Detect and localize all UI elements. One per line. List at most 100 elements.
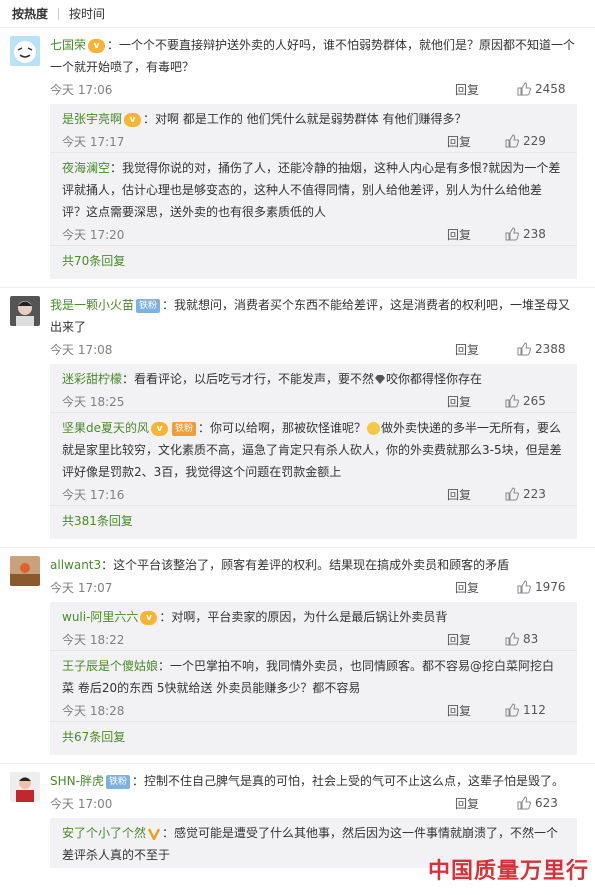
comment: 七国荣 v ：一个个不要直接辩护送外卖的人好吗，谁不怕弱势群体，就他们是？原因都不知… bbox=[0, 34, 595, 100]
reply-button[interactable]: 回复 bbox=[447, 393, 505, 410]
like-button[interactable]: 223 bbox=[505, 487, 565, 501]
reply-text: 夜海澜空：我觉得你说的对，捅伤了人，还能冷静的抽烟，这种人内心是有多恨?就因为一… bbox=[62, 157, 565, 223]
reply-button[interactable]: 回复 bbox=[455, 579, 517, 596]
like-count: 2458 bbox=[535, 82, 566, 96]
comment-body: ：这个平台该整治了，顾客有差评的权利。结果现在搞成外卖员和顾客的矛盾 bbox=[101, 558, 510, 572]
comment-meta: 今天 17:06 回复 2458 bbox=[50, 78, 577, 100]
thumbs-up-icon bbox=[505, 632, 519, 646]
like-button[interactable]: 1976 bbox=[517, 580, 577, 594]
reply-button[interactable]: 回复 bbox=[447, 702, 505, 719]
username[interactable]: 夜海澜空 bbox=[62, 161, 110, 175]
username[interactable]: 七国荣 bbox=[50, 38, 86, 52]
reply-button[interactable]: 回复 bbox=[447, 226, 505, 243]
timestamp: 今天 17:06 bbox=[50, 82, 113, 97]
like-button[interactable]: 238 bbox=[505, 227, 565, 241]
like-button[interactable]: 112 bbox=[505, 703, 565, 717]
comment-meta: 今天 17:08 回复 2388 bbox=[50, 338, 577, 360]
sub-reply: 是张宇亮啊 v ：对啊 都是工作的 他们凭什么就是弱势群体 有他们赚得多？ 今天 1… bbox=[50, 106, 577, 152]
reply-body: ：对啊 都是工作的 他们凭什么就是弱势群体 有他们赚得多？ bbox=[143, 112, 467, 126]
reply-body: ：看看评论，以后吃亏才行，不能发声，要不然 bbox=[122, 372, 375, 386]
avatar-face-icon bbox=[10, 36, 40, 66]
comment: 我是一颗小火苗 铁粉 ：我就想问，消费者买个东西不能给差评，这是消费者的权利吧，一堆… bbox=[0, 294, 595, 360]
thumbs-up-icon bbox=[517, 580, 531, 594]
vip-badge-icon: v bbox=[151, 421, 169, 436]
like-count: 2388 bbox=[535, 342, 566, 356]
reply-box: wuli-阿里六六 v ：对啊，平台卖家的原因，为什么是最后锅让外卖员背 今天 18… bbox=[50, 602, 577, 755]
comment-body: ：控制不住自己脾气是真的可怕，社会上受的气可不止这么点，这辈子怕是毁了。 bbox=[131, 774, 564, 788]
sort-by-time-tab[interactable]: 按时间 bbox=[69, 5, 105, 22]
reply-body: ：我觉得你说的对，捅伤了人，还能冷静的抽烟，这种人内心是有多恨?就因为一个差评就… bbox=[62, 161, 561, 219]
reply-box: 迷彩甜柠檬：看看评论，以后吃亏才行，不能发声，要不然 咬你都得怪你存在 今天 18… bbox=[50, 364, 577, 539]
username[interactable]: 迷彩甜柠檬 bbox=[62, 372, 122, 386]
like-count: 238 bbox=[523, 227, 546, 241]
more-replies-link[interactable]: 共70条回复 bbox=[50, 245, 577, 277]
timestamp: 今天 17:16 bbox=[62, 487, 125, 502]
comment-text: 七国荣 v ：一个个不要直接辩护送外卖的人好吗，谁不怕弱势群体，就他们是？原因都不知… bbox=[50, 34, 577, 78]
like-button[interactable]: 623 bbox=[517, 796, 577, 810]
thumbs-up-icon bbox=[505, 487, 519, 501]
reply-text: 坚果de夏天的风 v 铁粉 ：你可以给啊，那被砍怪谁呢？ 做外卖快递的多半一无所有，要么… bbox=[62, 417, 565, 483]
reply-text: 王子辰是个傻姑娘：一个巴掌拍不响，我同情外卖员，也同情顾客。都不容易@挖白菜阿挖… bbox=[62, 655, 565, 699]
avatar-person-icon bbox=[10, 772, 40, 802]
username[interactable]: wuli-阿里六六 bbox=[62, 610, 138, 624]
sort-divider bbox=[58, 7, 60, 20]
reply-button[interactable]: 回复 bbox=[447, 133, 505, 150]
like-button[interactable]: 229 bbox=[505, 134, 565, 148]
timestamp: 今天 18:28 bbox=[62, 703, 125, 718]
reply-text: wuli-阿里六六 v ：对啊，平台卖家的原因，为什么是最后锅让外卖员背 bbox=[62, 606, 565, 628]
comment-meta: 今天 17:07 回复 1976 bbox=[50, 576, 577, 598]
thumbs-up-icon bbox=[517, 342, 531, 356]
like-count: 1976 bbox=[535, 580, 566, 594]
avatar[interactable] bbox=[10, 296, 40, 326]
reply-button[interactable]: 回复 bbox=[455, 81, 517, 98]
thumbs-up-icon bbox=[517, 82, 531, 96]
username[interactable]: 王子辰是个傻姑娘 bbox=[62, 659, 158, 673]
laughing-emoji-icon bbox=[367, 422, 381, 435]
thumbs-up-icon bbox=[505, 227, 519, 241]
vip-badge-icon: v bbox=[124, 112, 142, 127]
timestamp: 今天 17:17 bbox=[62, 134, 125, 149]
avatar[interactable] bbox=[10, 36, 40, 66]
like-button[interactable]: 83 bbox=[505, 632, 565, 646]
like-button[interactable]: 2458 bbox=[517, 82, 577, 96]
fan-badge: 铁粉 bbox=[172, 421, 197, 436]
reply-meta: 今天 17:17 回复 229 bbox=[62, 130, 565, 152]
sort-bar: 按热度 按时间 bbox=[0, 0, 595, 28]
reply-button[interactable]: 回复 bbox=[447, 631, 505, 648]
username[interactable]: SHN-胖虎 bbox=[50, 774, 104, 788]
reply-text: 是张宇亮啊 v ：对啊 都是工作的 他们凭什么就是弱势群体 有他们赚得多？ bbox=[62, 108, 565, 130]
reply-meta: 今天 18:28 回复 112 bbox=[62, 699, 565, 721]
timestamp: 今天 17:07 bbox=[50, 580, 113, 595]
username[interactable]: 安了个小了个然 bbox=[62, 826, 146, 840]
reply-body: ：你可以给啊，那被砍怪谁呢？ bbox=[198, 421, 367, 435]
more-replies-link[interactable]: 共381条回复 bbox=[50, 505, 577, 537]
thumbs-up-icon bbox=[517, 796, 531, 810]
comment-thread: allwant3：这个平台该整治了，顾客有差评的权利。结果现在搞成外卖员和顾客的… bbox=[0, 548, 595, 763]
username[interactable]: 是张宇亮啊 bbox=[62, 112, 122, 126]
like-button[interactable]: 265 bbox=[505, 394, 565, 408]
reply-button[interactable]: 回复 bbox=[455, 795, 517, 812]
sub-reply: 王子辰是个傻姑娘：一个巴掌拍不响，我同情外卖员，也同情顾客。都不容易@挖白菜阿挖… bbox=[50, 650, 577, 721]
sort-by-hot-tab[interactable]: 按热度 bbox=[12, 5, 48, 22]
username[interactable]: 我是一颗小火苗 bbox=[50, 298, 134, 312]
reply-meta: 今天 17:20 回复 238 bbox=[62, 223, 565, 245]
v-badge-icon bbox=[148, 827, 161, 840]
username[interactable]: 坚果de夏天的风 bbox=[62, 421, 149, 435]
reply-body: ：对啊，平台卖家的原因，为什么是最后锅让外卖员背 bbox=[159, 610, 448, 624]
avatar[interactable] bbox=[10, 556, 40, 586]
timestamp: 今天 17:00 bbox=[50, 796, 113, 811]
reply-button[interactable]: 回复 bbox=[455, 341, 517, 358]
avatar[interactable] bbox=[10, 772, 40, 802]
timestamp: 今天 18:22 bbox=[62, 632, 125, 647]
like-button[interactable]: 2388 bbox=[517, 342, 577, 356]
reply-button[interactable]: 回复 bbox=[447, 486, 505, 503]
more-replies-link[interactable]: 共67条回复 bbox=[50, 721, 577, 753]
like-count: 623 bbox=[535, 796, 558, 810]
comment-text: 我是一颗小火苗 铁粉 ：我就想问，消费者买个东西不能给差评，这是消费者的权利吧，一堆… bbox=[50, 294, 577, 338]
like-count: 223 bbox=[523, 487, 546, 501]
username[interactable]: allwant3 bbox=[50, 558, 101, 572]
fan-badge: 铁粉 bbox=[136, 298, 161, 313]
comment: SHN-胖虎 铁粉 ：控制不住自己脾气是真的可怕，社会上受的气可不止这么点，这辈子怕… bbox=[0, 770, 595, 814]
like-count: 112 bbox=[523, 703, 546, 717]
reply-text: 迷彩甜柠檬：看看评论，以后吃亏才行，不能发声，要不然 咬你都得怪你存在 bbox=[62, 368, 565, 390]
